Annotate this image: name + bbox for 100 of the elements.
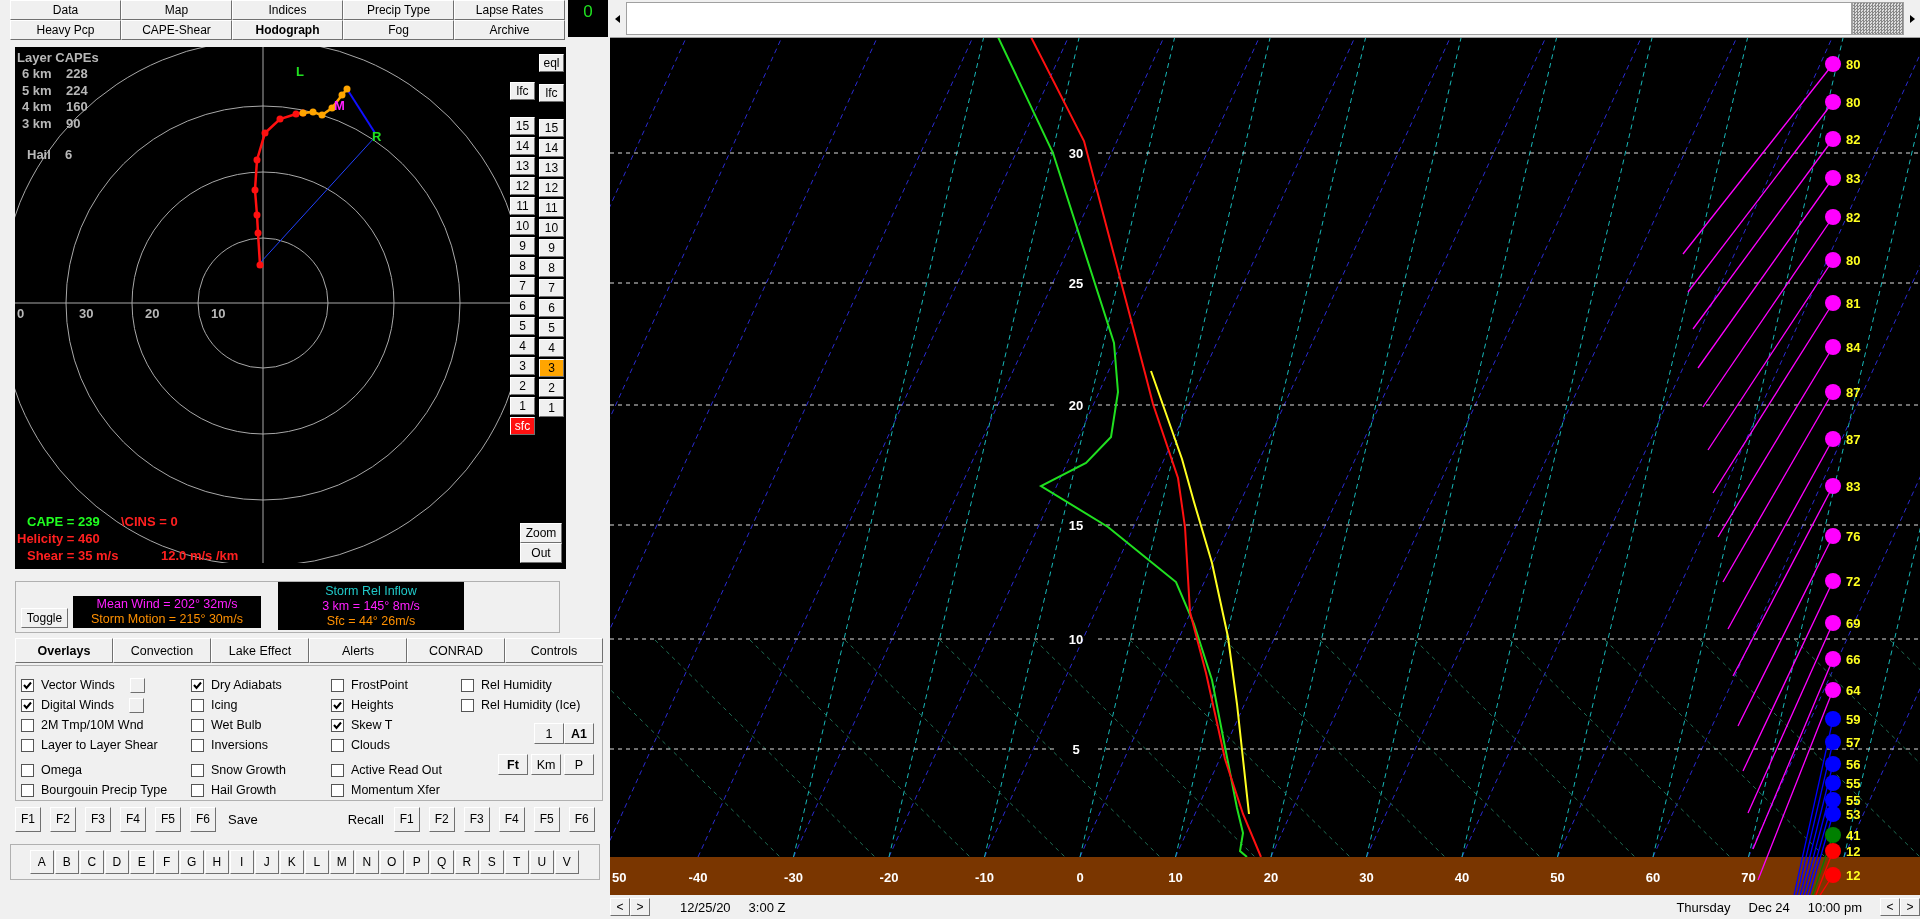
level-button[interactable]: 13 <box>510 157 535 175</box>
checkbox[interactable] <box>331 718 344 732</box>
save-slot-button[interactable]: F6 <box>190 806 216 832</box>
unit-button[interactable]: Km <box>531 754 561 775</box>
tab[interactable]: CAPE-Shear <box>121 20 232 40</box>
level-button[interactable]: 1 <box>539 399 564 417</box>
tab[interactable]: Controls <box>505 638 603 663</box>
level-button[interactable]: lfc <box>510 82 535 100</box>
checkbox[interactable] <box>21 698 34 712</box>
letter-button[interactable]: N <box>355 850 379 874</box>
tab[interactable]: Overlays <box>15 638 113 663</box>
letter-button[interactable]: M <box>330 850 354 874</box>
save-slot-button[interactable]: F5 <box>155 806 181 832</box>
level-button[interactable]: eql <box>539 54 564 72</box>
checkbox[interactable] <box>21 738 34 752</box>
save-slot-button[interactable]: F3 <box>85 806 111 832</box>
letter-button[interactable]: A <box>30 850 54 874</box>
letter-button[interactable]: P <box>405 850 429 874</box>
level-button[interactable]: 14 <box>510 137 535 155</box>
tab[interactable]: Lapse Rates <box>454 0 565 20</box>
recall-slot-button[interactable]: F1 <box>393 806 420 832</box>
letter-button[interactable]: D <box>105 850 129 874</box>
letter-button[interactable]: L <box>305 850 329 874</box>
scale-button[interactable]: A1 <box>564 723 594 744</box>
checkbox[interactable] <box>331 698 344 712</box>
recall-slot-button[interactable]: F5 <box>533 806 560 832</box>
tab[interactable]: Data <box>10 0 121 20</box>
level-button[interactable]: 4 <box>539 339 564 357</box>
checkbox[interactable] <box>191 783 204 797</box>
tab[interactable]: CONRAD <box>407 638 505 663</box>
letter-button[interactable]: I <box>230 850 254 874</box>
next-button[interactable]: > <box>1900 898 1920 916</box>
letter-button[interactable]: C <box>80 850 104 874</box>
tab[interactable]: Heavy Pcp <box>10 20 121 40</box>
level-button[interactable]: 13 <box>539 159 564 177</box>
letter-button[interactable]: B <box>55 850 79 874</box>
zoom-button[interactable]: Zoom <box>520 523 562 543</box>
level-button[interactable]: sfc <box>510 417 535 435</box>
letter-button[interactable]: G <box>180 850 204 874</box>
checkbox[interactable] <box>21 763 34 777</box>
level-button[interactable]: 9 <box>539 239 564 257</box>
previous-button[interactable]: < <box>610 898 630 916</box>
checkbox[interactable] <box>191 718 204 732</box>
save-slot-button[interactable]: F2 <box>50 806 76 832</box>
checkbox[interactable] <box>191 738 204 752</box>
level-button[interactable]: 2 <box>539 379 564 397</box>
level-button[interactable]: 6 <box>539 299 564 317</box>
level-button[interactable]: 1 <box>510 397 535 415</box>
letter-button[interactable]: K <box>280 850 304 874</box>
checkbox[interactable] <box>331 763 344 777</box>
letter-button[interactable]: R <box>455 850 479 874</box>
level-button[interactable]: 4 <box>510 337 535 355</box>
letter-button[interactable]: V <box>555 850 579 874</box>
checkbox[interactable] <box>191 698 204 712</box>
level-button[interactable]: 7 <box>510 277 535 295</box>
letter-button[interactable]: U <box>530 850 554 874</box>
tab[interactable]: Map <box>121 0 232 20</box>
level-button[interactable]: 15 <box>539 119 564 137</box>
tab[interactable]: Convection <box>113 638 211 663</box>
level-button[interactable]: 3 <box>510 357 535 375</box>
recall-slot-button[interactable]: F4 <box>498 806 525 832</box>
recall-slot-button[interactable]: F6 <box>568 806 595 832</box>
previous-button[interactable]: < <box>1880 898 1900 916</box>
level-button[interactable]: 11 <box>539 199 564 217</box>
level-button[interactable]: 12 <box>539 179 564 197</box>
checkbox[interactable] <box>331 738 344 752</box>
tab[interactable]: Hodograph <box>232 20 343 40</box>
level-button[interactable]: 3 <box>539 359 564 377</box>
level-button[interactable]: 8 <box>510 257 535 275</box>
checkbox[interactable] <box>191 763 204 777</box>
scroll-thumb[interactable] <box>1852 2 1904 35</box>
checkbox[interactable] <box>21 783 34 797</box>
level-button[interactable]: 6 <box>510 297 535 315</box>
unit-button[interactable]: P <box>564 754 594 775</box>
level-button[interactable]: 7 <box>539 279 564 297</box>
scale-button[interactable]: 1 <box>534 723 564 744</box>
small-square-button[interactable] <box>129 677 145 693</box>
level-button[interactable]: 12 <box>510 177 535 195</box>
checkbox[interactable] <box>461 698 474 712</box>
letter-button[interactable]: S <box>480 850 504 874</box>
level-button[interactable]: 11 <box>510 197 535 215</box>
level-button[interactable]: 15 <box>510 117 535 135</box>
recall-slot-button[interactable]: F2 <box>428 806 455 832</box>
checkbox[interactable] <box>21 718 34 732</box>
letter-button[interactable]: J <box>255 850 279 874</box>
letter-button[interactable]: O <box>380 850 404 874</box>
tab[interactable]: Indices <box>232 0 343 20</box>
next-button[interactable]: > <box>630 898 650 916</box>
tab[interactable]: Lake Effect <box>211 638 309 663</box>
level-button[interactable]: 5 <box>539 319 564 337</box>
tab[interactable]: Precip Type <box>343 0 454 20</box>
tab[interactable]: Fog <box>343 20 454 40</box>
level-button[interactable]: 14 <box>539 139 564 157</box>
letter-button[interactable]: Q <box>430 850 454 874</box>
save-slot-button[interactable]: F1 <box>15 806 41 832</box>
checkbox[interactable] <box>331 678 344 692</box>
zoom-button[interactable]: Out <box>520 543 562 563</box>
letter-button[interactable]: H <box>205 850 229 874</box>
checkbox[interactable] <box>21 678 34 692</box>
toggle-button[interactable]: Toggle <box>21 608 68 628</box>
